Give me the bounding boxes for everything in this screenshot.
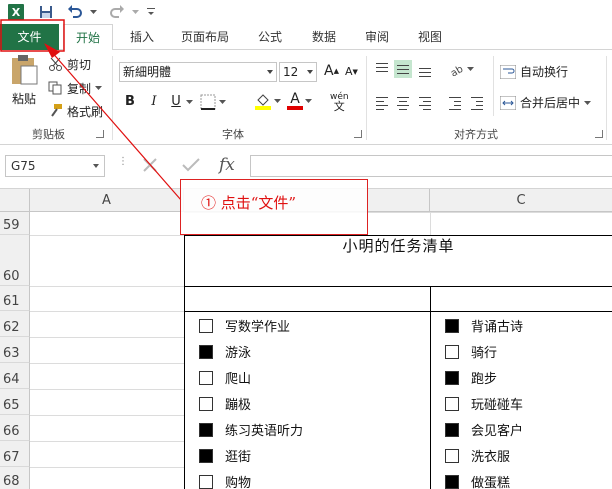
annotation-callout: ① 点击“文件” (180, 179, 368, 235)
highlight-box (0, 19, 65, 52)
annotation-text: ① 点击“文件” (201, 194, 297, 212)
arrow-line (49, 49, 182, 201)
annotation-arrow (0, 19, 182, 201)
